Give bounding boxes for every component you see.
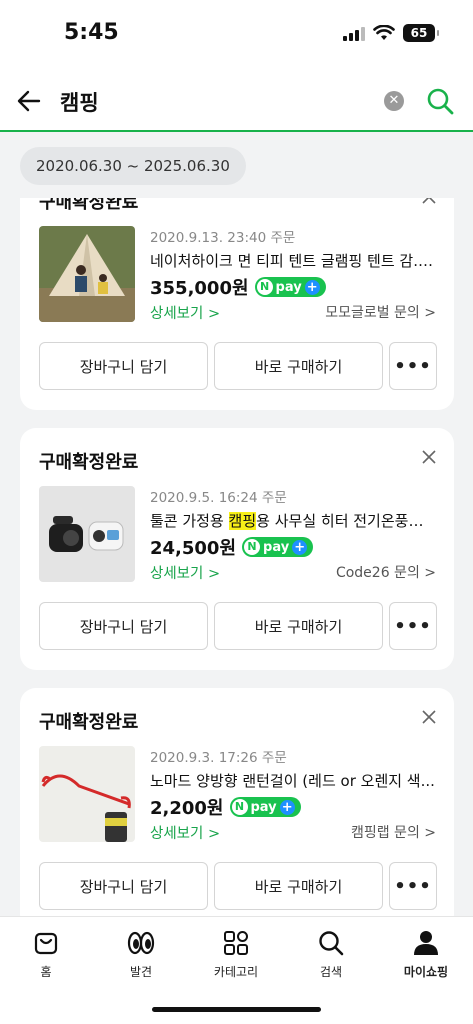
price: 24,500원 <box>150 538 237 559</box>
price-row: 24,500원 Npay + <box>150 534 314 560</box>
price: 2,200원 <box>150 798 224 819</box>
status-time: 5:45 <box>64 20 119 45</box>
detail-link[interactable]: 상세보기 > <box>150 822 220 843</box>
tab-label: 홈 <box>40 965 52 979</box>
tab-label: 발견 <box>129 965 153 979</box>
bottom-tab-bar: 홈 발견 카테고리 검색 마이쇼핑 <box>0 916 473 1024</box>
order-status: 구매확정완료 <box>39 198 139 213</box>
battery-icon: 65 <box>403 24 439 42</box>
product-image[interactable] <box>39 226 135 322</box>
buy-now-button[interactable]: 바로 구매하기 <box>214 602 383 650</box>
more-options-button[interactable]: ••• <box>389 862 437 910</box>
search-input[interactable]: 캠핑 <box>60 87 99 117</box>
date-range-filter[interactable]: 2020.06.30 ~ 2025.06.30 <box>20 147 246 185</box>
seller-inquiry-link[interactable]: 캠핑랩 문의 > <box>351 822 436 842</box>
close-icon[interactable] <box>422 198 436 204</box>
order-card: 구매확정완료 2020.9.3. 17:26 주문 노마드 양방향 랜턴걸이 (… <box>20 688 454 916</box>
search-icon <box>319 931 344 956</box>
tab-label: 마이쇼핑 <box>403 965 449 979</box>
order-date: 2020.9.3. 17:26 주문 <box>150 750 287 766</box>
buy-now-button[interactable]: 바로 구매하기 <box>214 862 383 910</box>
add-to-cart-button[interactable]: 장바구니 담기 <box>39 602 208 650</box>
cellular-signal-icon <box>343 25 365 41</box>
npay-badge-icon: Npay + <box>242 537 314 557</box>
add-to-cart-button[interactable]: 장바구니 담기 <box>39 342 208 390</box>
wifi-icon <box>373 25 395 40</box>
tab-discover[interactable]: 발견 <box>101 929 181 980</box>
product-name[interactable]: 노마드 양방향 랜턴걸이 (레드 or 오렌지 색... <box>150 770 435 791</box>
tab-label: 검색 <box>319 965 343 979</box>
more-options-button[interactable]: ••• <box>389 342 437 390</box>
close-icon[interactable] <box>422 710 436 724</box>
seller-inquiry-link[interactable]: 모모글로벌 문의 > <box>325 302 436 322</box>
category-grid-icon <box>224 931 248 955</box>
add-to-cart-button[interactable]: 장바구니 담기 <box>39 862 208 910</box>
status-bar: 5:45 65 <box>0 0 473 72</box>
npay-badge-icon: Npay + <box>254 277 326 297</box>
tab-label: 카테고리 <box>213 965 259 979</box>
home-indicator <box>152 1007 321 1012</box>
filter-area: 2020.06.30 ~ 2025.06.30 <box>0 134 473 198</box>
product-image[interactable] <box>39 746 135 842</box>
order-status: 구매확정완료 <box>39 712 139 733</box>
tab-home[interactable]: 홈 <box>6 929 86 980</box>
search-icon[interactable] <box>426 87 454 115</box>
back-arrow-icon[interactable] <box>14 86 44 116</box>
action-buttons: 장바구니 담기 바로 구매하기 ••• <box>39 862 437 910</box>
npay-badge-icon: Npay + <box>229 797 301 817</box>
tab-category[interactable]: 카테고리 <box>196 929 276 980</box>
price: 355,000원 <box>150 278 249 299</box>
order-list[interactable]: 구매확정완료 2020.9.13. 23:40 주문 네이처하이크 면 티피 텐… <box>0 198 473 916</box>
price-row: 355,000원 Npay + <box>150 274 326 300</box>
order-status: 구매확정완료 <box>39 452 139 473</box>
tab-my-shopping[interactable]: 마이쇼핑 <box>386 929 466 980</box>
product-name[interactable]: 네이처하이크 면 티피 텐트 글램핑 텐트 감... <box>150 250 435 271</box>
order-card: 구매확정완료 2020.9.13. 23:40 주문 네이처하이크 면 티피 텐… <box>20 198 454 410</box>
price-row: 2,200원 Npay + <box>150 794 301 820</box>
order-date: 2020.9.13. 23:40 주문 <box>150 230 296 246</box>
buy-now-button[interactable]: 바로 구매하기 <box>214 342 383 390</box>
order-card: 구매확정완료 2020.9.5. 16:24 주문 툴콘 가정용 캠핑용 사무실… <box>20 428 454 670</box>
product-name[interactable]: 툴콘 가정용 캠핑용 사무실 히터 전기온풍기... <box>150 510 435 531</box>
more-options-button[interactable]: ••• <box>389 602 437 650</box>
detail-link[interactable]: 상세보기 > <box>150 302 220 323</box>
clear-search-icon[interactable]: ✕ <box>384 91 404 111</box>
order-date: 2020.9.5. 16:24 주문 <box>150 490 287 506</box>
search-bar: 캠핑 ✕ <box>0 72 473 132</box>
detail-link[interactable]: 상세보기 > <box>150 562 220 583</box>
close-icon[interactable] <box>422 450 436 464</box>
product-image[interactable] <box>39 486 135 582</box>
person-icon <box>414 931 438 955</box>
action-buttons: 장바구니 담기 바로 구매하기 ••• <box>39 602 437 650</box>
home-bag-icon <box>34 932 58 955</box>
seller-inquiry-link[interactable]: Code26 문의 > <box>336 562 436 582</box>
eyes-icon <box>127 931 155 955</box>
tab-search[interactable]: 검색 <box>291 929 371 980</box>
action-buttons: 장바구니 담기 바로 구매하기 ••• <box>39 342 437 390</box>
status-icons: 65 <box>343 24 439 42</box>
